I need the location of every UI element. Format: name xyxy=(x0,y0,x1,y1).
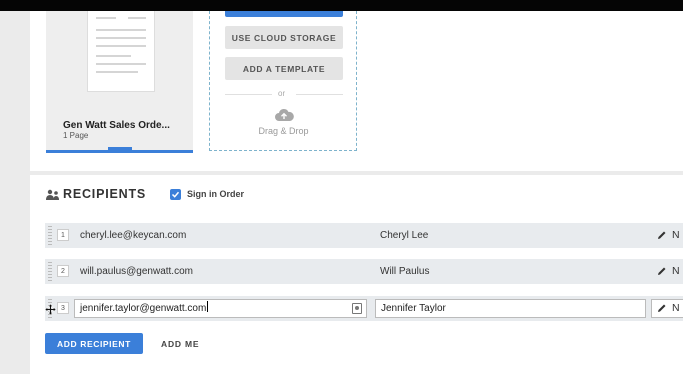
recipient-email[interactable]: cheryl.lee@keycan.com xyxy=(80,230,186,241)
or-label: or xyxy=(278,89,286,98)
drag-handle-icon[interactable] xyxy=(48,262,52,281)
text-caret xyxy=(207,301,209,312)
document-card-notch xyxy=(108,147,132,151)
thumbnail-line xyxy=(128,17,146,19)
divider xyxy=(225,94,272,95)
recipient-name-input[interactable]: Jennifer Taylor xyxy=(375,299,646,318)
recipient-email-value: jennifer.taylor@genwatt.com xyxy=(80,303,207,314)
top-bar xyxy=(0,0,683,11)
recipients-icon xyxy=(46,189,59,200)
recipient-action-label[interactable]: N xyxy=(672,265,680,277)
recipient-number: 2 xyxy=(57,265,69,277)
recipient-action-label[interactable]: N xyxy=(672,302,680,314)
recipient-email-input[interactable]: jennifer.taylor@genwatt.com xyxy=(74,299,367,318)
recipient-email[interactable]: will.paulus@genwatt.com xyxy=(80,266,193,277)
recipient-name[interactable]: Cheryl Lee xyxy=(380,230,428,241)
add-template-button[interactable]: ADD A TEMPLATE xyxy=(225,57,343,80)
recipient-row[interactable]: 1 cheryl.lee@keycan.com Cheryl Lee N xyxy=(45,223,683,248)
upload-button[interactable] xyxy=(225,11,343,17)
thumbnail-line xyxy=(96,45,146,47)
sign-in-order-label[interactable]: Sign in Order xyxy=(187,189,244,199)
thumbnail-line xyxy=(96,29,146,31)
recipient-row-editing[interactable]: 3 jennifer.taylor@genwatt.com Jennifer T… xyxy=(45,296,683,321)
recipient-number: 3 xyxy=(57,302,69,314)
drag-handle-icon[interactable] xyxy=(48,226,52,245)
move-cursor-icon xyxy=(45,304,56,315)
add-me-button[interactable]: ADD ME xyxy=(161,339,199,349)
thumbnail-line xyxy=(96,37,146,39)
divider xyxy=(296,94,343,95)
document-title: Gen Watt Sales Orde... xyxy=(63,120,170,131)
add-recipient-button[interactable]: ADD RECIPIENT xyxy=(45,333,143,354)
document-thumbnail[interactable] xyxy=(87,11,155,92)
pencil-icon[interactable] xyxy=(657,303,667,313)
recipient-number: 1 xyxy=(57,229,69,241)
document-page-count: 1 Page xyxy=(63,131,89,140)
recipient-name[interactable]: Will Paulus xyxy=(380,266,429,277)
recipient-name-value: Jennifer Taylor xyxy=(381,303,446,314)
recipient-row[interactable]: 2 will.paulus@genwatt.com Will Paulus N xyxy=(45,259,683,284)
pencil-icon[interactable] xyxy=(657,266,667,276)
sign-in-order-checkbox[interactable] xyxy=(170,189,181,200)
recipient-action-label[interactable]: N xyxy=(672,229,680,241)
contact-book-icon[interactable] xyxy=(352,303,362,314)
cloud-upload-icon xyxy=(275,108,294,121)
thumbnail-line xyxy=(96,55,131,57)
checkmark-icon xyxy=(171,191,180,198)
pencil-icon[interactable] xyxy=(657,230,667,240)
drag-drop-label: Drag & Drop xyxy=(258,126,309,136)
recipients-heading: RECIPIENTS xyxy=(63,187,147,201)
thumbnail-line xyxy=(96,17,116,19)
thumbnail-line xyxy=(96,71,138,73)
thumbnail-line xyxy=(96,63,146,65)
use-cloud-storage-button[interactable]: USE CLOUD STORAGE xyxy=(225,26,343,49)
